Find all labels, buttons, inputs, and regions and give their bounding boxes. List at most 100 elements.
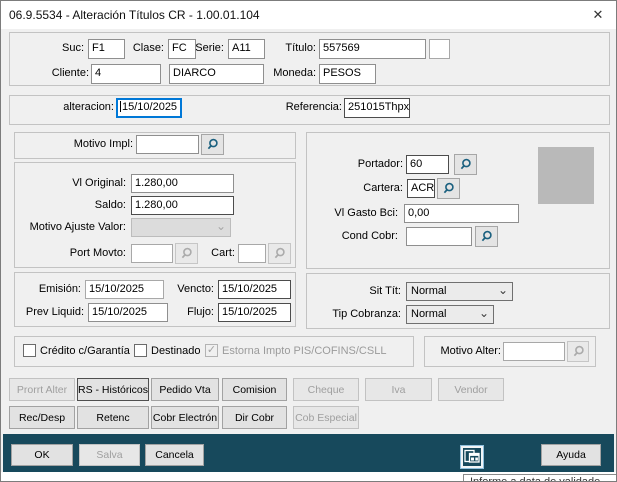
prev-liquid-label: Prev Liquid:	[25, 306, 84, 318]
portador-search-button[interactable]	[454, 154, 477, 175]
vendor-button: Vendor	[438, 378, 504, 401]
titulo-label: Título:	[285, 42, 316, 54]
dialog-window: 06.9.5534 - Alteración Títulos CR - 1.00…	[0, 0, 617, 482]
flujo-label: Flujo:	[187, 306, 214, 318]
flujo-field[interactable]: 15/10/2025	[218, 303, 291, 322]
cart-search-button	[268, 243, 291, 264]
cartera-label: Cartera:	[363, 182, 403, 194]
cliente-name-field[interactable]: DIARCO	[169, 64, 264, 84]
cond-cobr-search-button[interactable]	[475, 226, 498, 247]
motivo-alter-label: Motivo Alter:	[440, 345, 501, 357]
close-icon[interactable]: ✕	[587, 6, 609, 24]
motivo-impl-label: Motivo Impl:	[73, 138, 133, 150]
emision-label: Emisión:	[38, 283, 81, 295]
suc-label: Suc:	[61, 42, 84, 54]
titlebar: 06.9.5534 - Alteración Títulos CR - 1.00…	[1, 1, 616, 29]
referencia-field[interactable]: 251015Thpx	[344, 98, 410, 118]
vl-original-label: Vl Original:	[72, 177, 126, 189]
vencto-field[interactable]: 15/10/2025	[218, 280, 291, 299]
portador-label: Portador:	[357, 158, 403, 170]
tip-cobranza-value: Normal	[411, 308, 447, 320]
portador-field[interactable]: 60	[406, 155, 449, 174]
motivo-alter-field[interactable]	[503, 342, 565, 361]
alteracion-date-value: 15/10/2025	[122, 101, 178, 113]
search-icon	[207, 138, 218, 150]
ok-button[interactable]: OK	[11, 444, 73, 466]
titulo-field[interactable]: 557569	[319, 39, 426, 59]
motivo-impl-field[interactable]	[136, 135, 199, 154]
motivo-impl-search-button[interactable]	[201, 134, 224, 155]
chevron-down-icon: ⌄	[478, 306, 489, 320]
image-placeholder	[538, 147, 594, 204]
dir-cobr-button[interactable]: Dir Cobr	[222, 406, 287, 429]
search-icon	[443, 182, 454, 194]
referencia-label: Referencia:	[285, 101, 342, 113]
window-title: 06.9.5534 - Alteración Títulos CR - 1.00…	[9, 8, 260, 22]
search-icon	[460, 158, 471, 170]
destinado-checkbox[interactable]	[134, 344, 147, 357]
cliente-code-field[interactable]: 4	[91, 64, 161, 84]
sit-tit-label: Sit Tít:	[369, 285, 401, 297]
saldo-label: Saldo:	[94, 199, 126, 211]
credito-label: Crédito c/Garantía	[40, 345, 130, 357]
retenc-button[interactable]: Retenc	[77, 406, 149, 429]
related-panel-button[interactable]	[460, 445, 484, 469]
salva-button: Salva	[79, 444, 140, 466]
titulo-extra-field[interactable]	[429, 39, 450, 59]
search-icon	[181, 247, 192, 259]
rs-historicos-button[interactable]: RS - Históricos	[77, 378, 149, 401]
port-movto-search-button	[175, 243, 198, 264]
text-caret	[120, 101, 121, 112]
port-movto-label: Port Movto:	[69, 247, 126, 259]
cart-label: Cart:	[211, 247, 235, 259]
cliente-label: Cliente:	[51, 67, 89, 79]
alteracion-date-field[interactable]: 15/10/2025	[116, 98, 182, 118]
emision-field[interactable]: 15/10/2025	[85, 280, 164, 299]
rec-desp-button[interactable]: Rec/Desp	[9, 406, 75, 429]
motivo-ajuste-label: Motivo Ajuste Valor:	[29, 221, 126, 233]
saldo-field[interactable]: 1.280,00	[131, 196, 234, 215]
cobr-electron-button[interactable]: Cobr Electrón	[151, 406, 219, 429]
pedido-vta-button[interactable]: Pedido Vta	[151, 378, 219, 401]
cond-cobr-label: Cond Cobr:	[341, 230, 398, 242]
iva-button: Iva	[365, 378, 432, 401]
search-icon	[481, 230, 492, 242]
vl-gasto-field[interactable]: 0,00	[404, 204, 519, 223]
credito-checkbox[interactable]	[23, 344, 36, 357]
sit-tit-combo[interactable]: Normal ⌄	[406, 282, 513, 301]
cond-cobr-field[interactable]	[406, 227, 472, 246]
prorrt-alter-button: Prorrt Alter	[9, 378, 75, 401]
cheque-button: Cheque	[293, 378, 359, 401]
port-movto-field[interactable]	[131, 244, 173, 263]
sit-tit-value: Normal	[411, 285, 447, 297]
vencto-label: Vencto:	[177, 283, 214, 295]
moneda-field[interactable]: PESOS	[319, 64, 376, 84]
clase-label: Clase:	[132, 42, 164, 54]
estorna-label: Estorna Impto PIS/COFINS/CSLL	[222, 345, 387, 357]
serie-label: Serie:	[195, 42, 224, 54]
search-icon	[274, 247, 285, 259]
motivo-ajuste-combo: ⌄	[131, 218, 231, 237]
cartera-field[interactable]: ACR	[407, 179, 435, 198]
chevron-down-icon: ⌄	[215, 219, 226, 233]
moneda-label: Moneda:	[273, 67, 316, 79]
vl-gasto-label: Vl Gasto Bci:	[334, 207, 398, 219]
cart-field[interactable]	[238, 244, 266, 263]
vl-original-field[interactable]: 1.280,00	[131, 174, 234, 193]
cartera-search-button[interactable]	[437, 178, 460, 199]
chevron-down-icon: ⌄	[497, 283, 508, 297]
prev-liquid-field[interactable]: 15/10/2025	[88, 303, 168, 322]
destinado-label: Destinado	[151, 345, 201, 357]
estorna-checkbox: ✓	[205, 344, 218, 357]
comision-button[interactable]: Comision	[222, 378, 287, 401]
ayuda-button[interactable]: Ayuda	[541, 444, 601, 466]
tip-cobranza-label: Tip Cobranza:	[332, 308, 401, 320]
serie-field[interactable]: A11	[228, 39, 265, 59]
search-icon	[573, 345, 584, 357]
check-icon: ✓	[206, 344, 217, 356]
status-tooltip-text: Informe a data de validade	[470, 476, 601, 482]
tip-cobranza-combo[interactable]: Normal ⌄	[406, 305, 494, 324]
suc-field[interactable]: F1	[88, 39, 125, 59]
cascade-windows-icon	[464, 449, 480, 463]
cancela-button[interactable]: Cancela	[145, 444, 204, 466]
